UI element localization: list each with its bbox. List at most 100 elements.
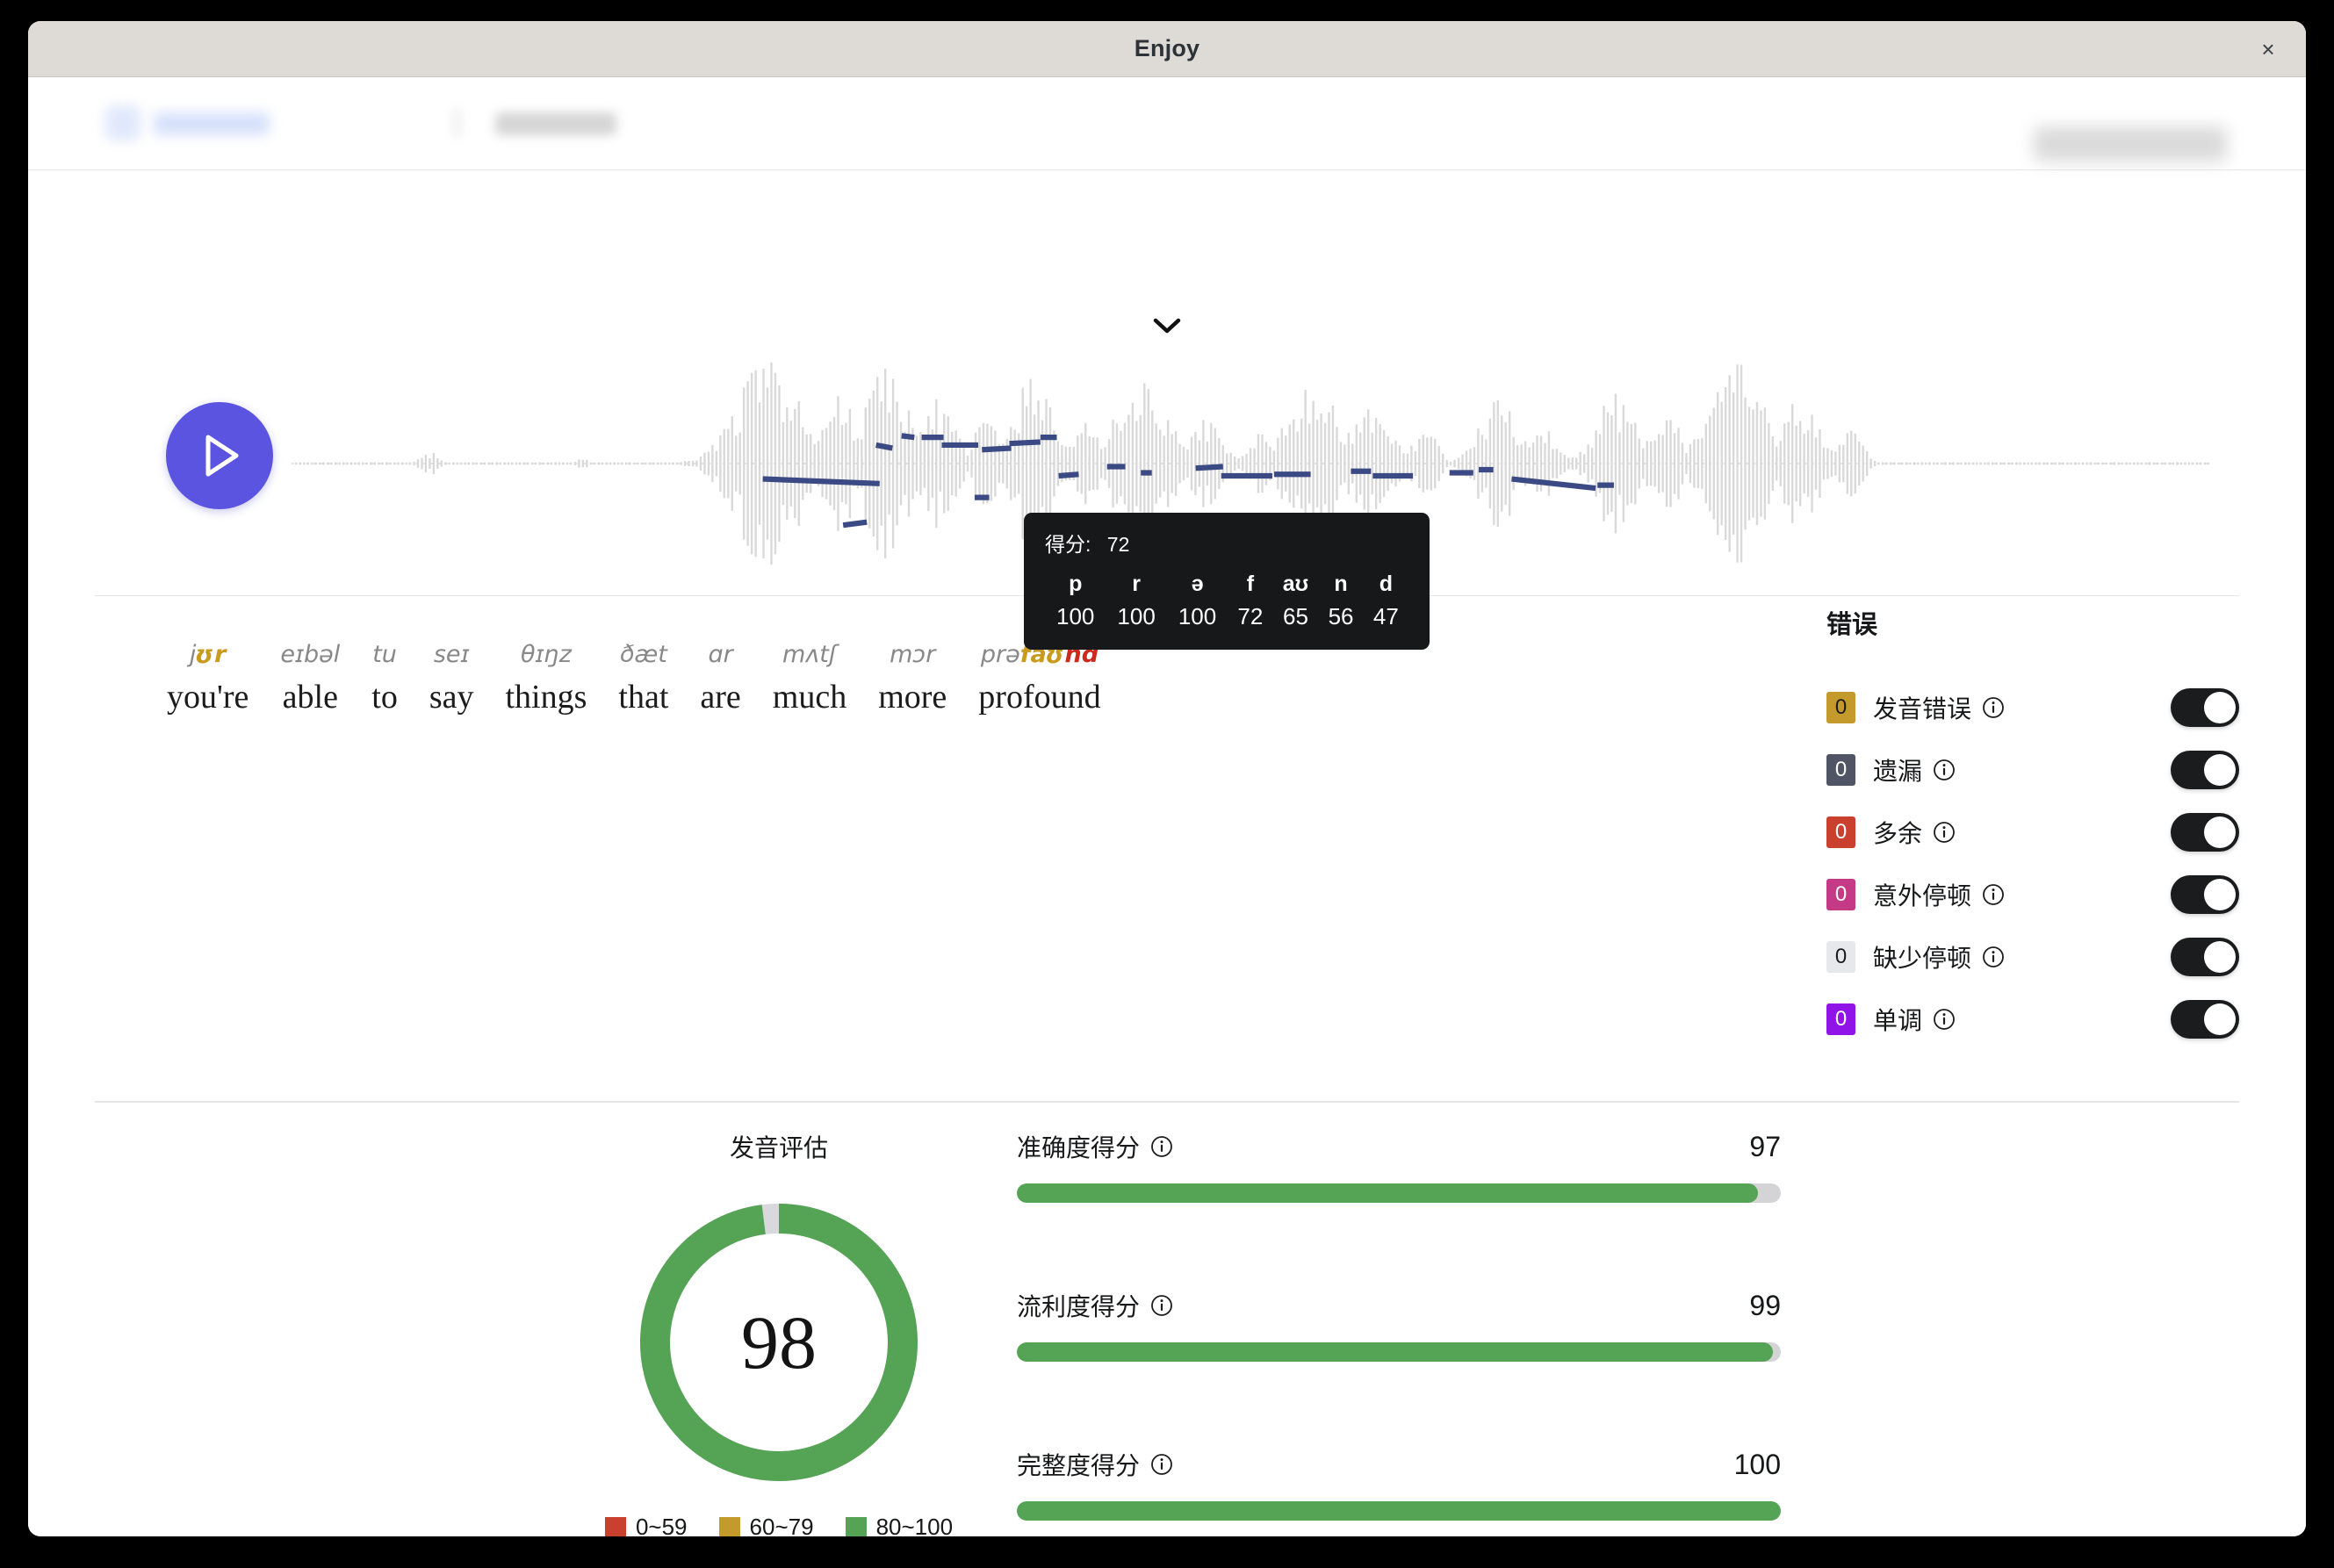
window-titlebar: Enjoy × — [28, 21, 2306, 77]
score-bar-block: 完整度得分100 — [1017, 1447, 1781, 1521]
error-label: 遗漏 — [1873, 752, 1922, 788]
transcript-word[interactable]: seɪ say — [414, 639, 490, 716]
score-bar-value: 97 — [1749, 1131, 1781, 1163]
toggle-knob — [2204, 816, 2236, 848]
word-text: more — [878, 678, 947, 716]
header-action-button[interactable] — [2034, 126, 2227, 162]
error-toggle[interactable] — [2171, 751, 2239, 789]
legend-swatch — [605, 1517, 626, 1537]
error-toggle[interactable] — [2171, 813, 2239, 852]
word-text: things — [506, 678, 587, 716]
collapse-panel-button[interactable] — [28, 316, 2306, 335]
transcript-word[interactable]: mʌtʃ much — [757, 639, 862, 716]
close-icon[interactable]: × — [2253, 34, 2283, 64]
tooltip-phoneme: n — [1318, 572, 1363, 603]
error-toggle[interactable] — [2171, 938, 2239, 976]
transcript-word[interactable]: ðæt that — [602, 639, 684, 716]
word-ipa: mɔr — [890, 639, 935, 670]
score-bar-label: 准确度得分 — [1017, 1129, 1140, 1164]
tooltip-phoneme-score: 56 — [1318, 603, 1363, 630]
word-ipa: eɪbəl — [280, 639, 340, 670]
legend-item: 60~79 — [719, 1514, 814, 1536]
ipa-segment-gray: θɪŋz — [521, 641, 572, 668]
error-row: 0缺少停顿 — [1826, 925, 2239, 988]
tooltip-score-value: 72 — [1107, 533, 1130, 556]
toggle-knob — [2204, 754, 2236, 786]
score-bar-fill — [1017, 1342, 1773, 1362]
transcript-word[interactable]: eɪbəl able — [264, 639, 356, 716]
error-count-badge: 0 — [1826, 879, 1855, 910]
info-icon[interactable] — [1933, 759, 1956, 781]
word-text: say — [429, 678, 474, 716]
window-title: Enjoy — [1135, 35, 1200, 62]
ipa-segment-gray: mɔr — [890, 641, 935, 668]
score-bar-track — [1017, 1342, 1781, 1362]
tooltip-phoneme-score: 65 — [1272, 603, 1318, 630]
score-legend: 0~5960~7980~100 — [605, 1514, 953, 1536]
legend-label: 60~79 — [750, 1514, 814, 1536]
score-bar-block: 准确度得分 97 — [1017, 1129, 1781, 1203]
score-bars-list: 准确度得分 97 流利度得分99 完整度得分100 — [1017, 1129, 1781, 1521]
legend-item: 0~59 — [605, 1514, 688, 1536]
tooltip-phoneme-table: prəfaʊnd 10010010072655647 — [1045, 572, 1408, 630]
info-icon[interactable] — [1982, 946, 2005, 968]
transcript-word[interactable]: tu to — [356, 639, 414, 716]
error-toggle[interactable] — [2171, 875, 2239, 914]
tooltip-phoneme: d — [1364, 572, 1408, 603]
errors-heading: 错误 — [1826, 604, 2239, 641]
error-row: 0 意外停顿 — [1826, 863, 2239, 925]
error-toggle[interactable] — [2171, 1000, 2239, 1039]
play-button[interactable] — [166, 402, 273, 509]
ipa-segment-gold: ʊr — [196, 641, 226, 668]
app-window: Enjoy × — [28, 21, 2306, 1536]
transcript-word[interactable]: prəfaʊndprofound — [962, 639, 1116, 716]
word-ipa: mʌtʃ — [782, 639, 837, 670]
tooltip-phoneme: f — [1228, 572, 1272, 603]
score-bar-value: 100 — [1734, 1449, 1781, 1481]
error-row: 0 发音错误 — [1826, 676, 2239, 738]
legend-swatch — [846, 1517, 867, 1537]
window-content: 得分: 72 prəfaʊnd 10010010072655647 jʊryou… — [28, 77, 2306, 1536]
ipa-segment-gray: mʌtʃ — [782, 641, 837, 668]
transcript-word[interactable]: ɑrare — [684, 639, 756, 716]
word-text: able — [283, 678, 338, 716]
info-icon[interactable] — [1982, 883, 2005, 906]
info-icon[interactable] — [1982, 696, 2005, 719]
error-count-badge: 0 — [1826, 754, 1855, 786]
info-icon[interactable] — [1933, 1008, 1956, 1031]
error-count-badge: 0 — [1826, 816, 1855, 848]
tooltip-score-label: 得分: — [1045, 533, 1091, 556]
tooltip-phoneme: ə — [1167, 572, 1228, 603]
ipa-segment-gray: tu — [372, 641, 397, 668]
score-bar-block: 流利度得分99 — [1017, 1288, 1781, 1362]
info-icon[interactable] — [1150, 1294, 1173, 1317]
word-text: much — [773, 678, 846, 716]
overall-score-value: 98 — [634, 1198, 924, 1487]
word-ipa: ðæt — [620, 639, 667, 670]
error-label: 意外停顿 — [1873, 877, 1971, 912]
score-bar-value: 99 — [1749, 1290, 1781, 1322]
ipa-segment-gray: ðæt — [620, 641, 667, 668]
info-icon[interactable] — [1150, 1453, 1173, 1476]
word-ipa: seɪ — [434, 639, 470, 670]
info-icon[interactable] — [1150, 1135, 1173, 1158]
score-bar-header: 完整度得分100 — [1017, 1447, 1781, 1482]
app-logo-icon — [105, 105, 140, 140]
transcript-word[interactable]: jʊryou're — [151, 639, 264, 716]
word-text: that — [618, 678, 668, 716]
play-icon — [197, 430, 242, 481]
score-bar-header: 流利度得分99 — [1017, 1288, 1781, 1323]
error-toggle[interactable] — [2171, 688, 2239, 727]
error-label: 单调 — [1873, 1002, 1922, 1037]
error-label: 发音错误 — [1873, 690, 1971, 725]
header-separator — [455, 109, 459, 137]
tooltip-phoneme-score: 100 — [1106, 603, 1166, 630]
error-count-badge: 0 — [1826, 692, 1855, 723]
transcript-word[interactable]: mɔr more — [862, 639, 962, 716]
word-text: to — [371, 678, 398, 716]
score-bar-track — [1017, 1183, 1781, 1203]
phoneme-score-tooltip: 得分: 72 prəfaʊnd 10010010072655647 — [1024, 513, 1430, 650]
error-label: 缺少停顿 — [1873, 939, 1971, 975]
info-icon[interactable] — [1933, 821, 1956, 844]
transcript-word[interactable]: θɪŋz things — [490, 639, 603, 716]
